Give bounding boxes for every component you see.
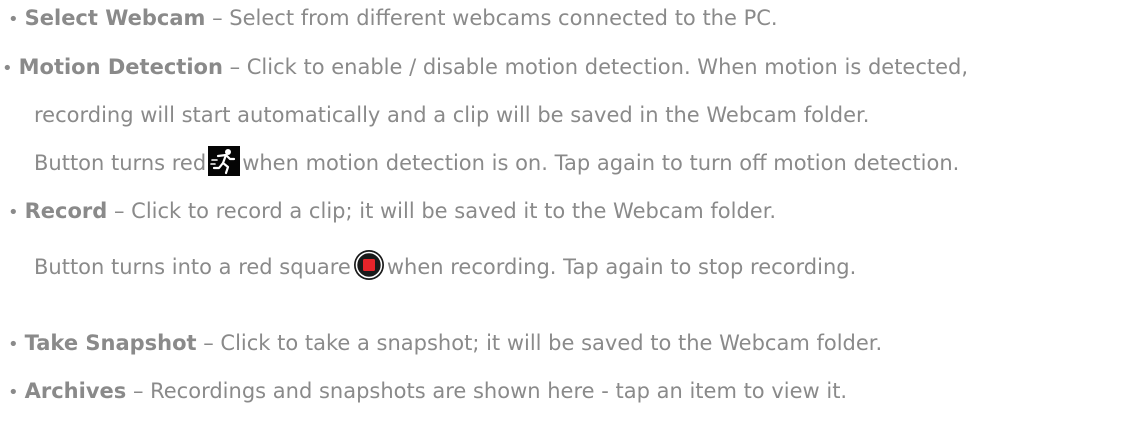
record-line-2-after: when recording. Tap again to stop record… — [386, 255, 857, 279]
bullet: • — [8, 334, 19, 355]
list-item-motion-detection: • Motion Detection – Click to enable / di… — [2, 53, 968, 83]
desc-motion-detection: – Click to enable / disable motion detec… — [222, 55, 969, 79]
list-item-take-snapshot: • Take Snapshot – Click to take a snapsho… — [8, 329, 882, 359]
running-man-icon — [208, 146, 241, 176]
help-page: { "bullet": "•", "items": [ { "term": "S… — [0, 0, 1148, 422]
list-item-select-webcam: • Select Webcam – Select from different w… — [8, 4, 778, 34]
term-take-snapshot: Take Snapshot — [24, 331, 197, 355]
list-item-archives: • Archives – Recordings and snapshots are… — [8, 377, 847, 407]
bullet: • — [2, 58, 13, 79]
desc-take-snapshot: – Click to take a snapshot; it will be s… — [196, 331, 883, 355]
bullet: • — [8, 9, 19, 30]
record-stop-icon — [353, 249, 385, 281]
term-motion-detection: Motion Detection — [18, 55, 223, 79]
record-line-2-before: Button turns into a red square — [34, 255, 351, 279]
motion-detection-line-2: recording will start automatically and a… — [34, 103, 870, 127]
desc-select-webcam: – Select from different webcams connecte… — [205, 6, 778, 30]
motion-detection-line-3-before: Button turns red — [34, 151, 207, 175]
bullet: • — [8, 202, 19, 223]
motion-detection-line-3: Button turns red when motion detection i… — [34, 146, 960, 179]
term-select-webcam: Select Webcam — [24, 6, 206, 30]
desc-archives: – Recordings and snapshots are shown her… — [126, 379, 848, 403]
motion-detection-line-3-after: when motion detection is on. Tap again t… — [242, 151, 960, 175]
term-archives: Archives — [24, 379, 127, 403]
list-item-record: • Record – Click to record a clip; it wil… — [8, 197, 776, 227]
record-line-2: Button turns into a red square when reco… — [34, 249, 857, 284]
term-record: Record — [24, 199, 108, 223]
bullet: • — [8, 382, 19, 403]
desc-record: – Click to record a clip; it will be sav… — [107, 199, 777, 223]
